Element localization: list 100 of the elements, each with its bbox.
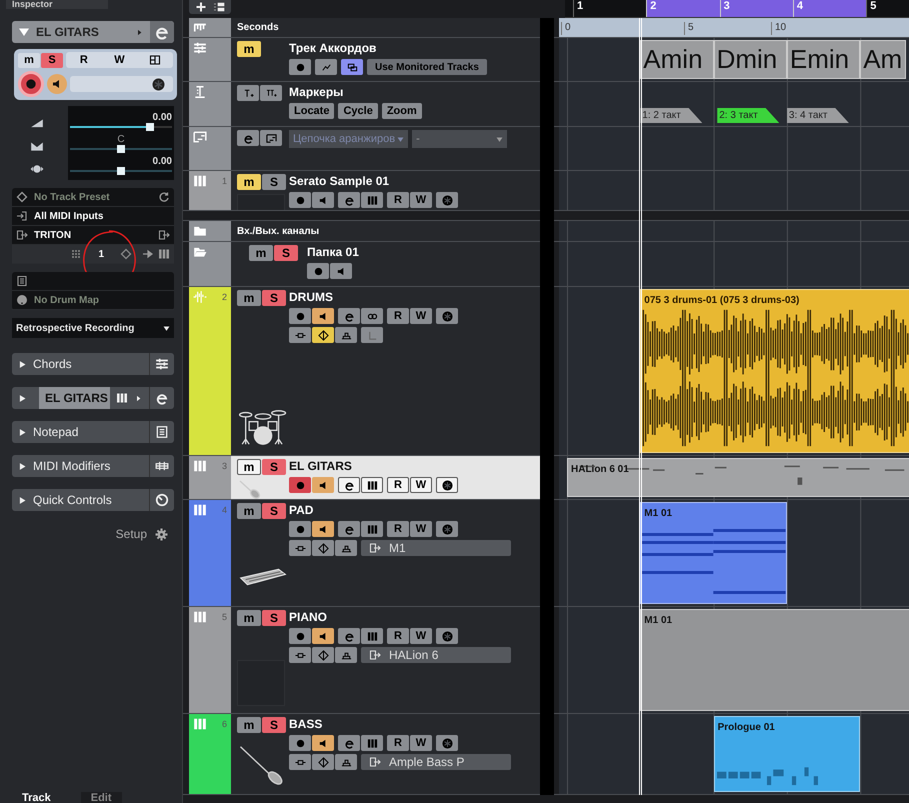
diamond-button[interactable] bbox=[312, 647, 334, 663]
instrument-event[interactable]: M1 01 bbox=[640, 609, 909, 711]
monitor-button[interactable] bbox=[312, 192, 334, 208]
solo-button[interactable]: S bbox=[262, 717, 286, 733]
write-button[interactable]: W bbox=[410, 521, 432, 537]
read-button[interactable]: R bbox=[387, 192, 409, 208]
solo-button[interactable]: S bbox=[262, 503, 286, 519]
mute-button[interactable]: m bbox=[237, 503, 261, 519]
marker-action-button[interactable]: Zoom bbox=[382, 103, 422, 119]
monitor-button[interactable] bbox=[312, 628, 334, 644]
monitored-tracks-button[interactable] bbox=[341, 59, 363, 75]
freeze-button[interactable] bbox=[436, 308, 458, 324]
inspector-section[interactable]: Chords bbox=[12, 353, 174, 375]
track-preset-field[interactable]: No Track Preset bbox=[12, 188, 174, 207]
monitor-button[interactable] bbox=[312, 735, 334, 751]
record-button[interactable] bbox=[18, 71, 44, 97]
solo-button[interactable]: S bbox=[262, 174, 286, 190]
mute-button[interactable]: m bbox=[237, 717, 261, 733]
track-color-strip[interactable]: 2 bbox=[189, 287, 231, 455]
track-header[interactable]: m S Папка 01 bbox=[231, 242, 540, 286]
record-button[interactable] bbox=[307, 263, 329, 279]
eq-button[interactable] bbox=[335, 754, 357, 770]
write-button[interactable]: W bbox=[410, 192, 432, 208]
record-button[interactable] bbox=[289, 59, 311, 75]
track-header[interactable]: Seconds bbox=[231, 18, 540, 37]
track-header[interactable]: m S BASS R W Ample Bass P bbox=[231, 714, 540, 794]
track-header[interactable]: m Трек Аккордов Use Monitored Tracks bbox=[231, 38, 540, 81]
solo-button[interactable]: S bbox=[41, 52, 63, 68]
instrument-button[interactable] bbox=[361, 192, 383, 208]
monitored-tracks-field[interactable]: Use Monitored Tracks bbox=[367, 59, 487, 75]
solo-button[interactable]: S bbox=[262, 290, 286, 306]
write-button[interactable]: W bbox=[410, 477, 432, 493]
record-button[interactable] bbox=[289, 192, 311, 208]
solo-button[interactable]: S bbox=[262, 459, 286, 475]
write-button[interactable]: W bbox=[410, 628, 432, 644]
inspector-section[interactable]: EL GITARS bbox=[12, 387, 174, 409]
link-button[interactable] bbox=[361, 308, 383, 324]
write-button[interactable]: W bbox=[410, 308, 432, 324]
chord-event[interactable]: Amin bbox=[640, 40, 714, 79]
freeze-button[interactable] bbox=[436, 192, 458, 208]
monitor-button[interactable] bbox=[312, 477, 334, 493]
write-button[interactable]: W bbox=[108, 52, 130, 68]
arranger-editor-button[interactable] bbox=[260, 130, 282, 146]
instrument-event[interactable]: M1 01 bbox=[640, 502, 787, 604]
instrument-event[interactable]: HALion 6 01 bbox=[567, 458, 909, 497]
track-color-strip[interactable]: 6 bbox=[189, 714, 231, 794]
read-button[interactable]: R bbox=[387, 628, 409, 644]
read-button[interactable]: R bbox=[387, 735, 409, 751]
edit-button[interactable] bbox=[338, 308, 360, 324]
instrument-button[interactable] bbox=[361, 521, 383, 537]
monitor-button[interactable] bbox=[312, 308, 334, 324]
recording-mode-dropdown[interactable]: Retrospective Recording bbox=[12, 318, 174, 338]
freeze-button[interactable] bbox=[436, 735, 458, 751]
read-button[interactable]: R bbox=[387, 477, 409, 493]
inspector-section[interactable]: MIDI Modifiers bbox=[12, 455, 174, 477]
eq-button[interactable] bbox=[335, 540, 357, 556]
solo-button[interactable]: S bbox=[262, 610, 286, 626]
mute-button[interactable]: m bbox=[237, 174, 261, 190]
read-button[interactable]: R bbox=[387, 308, 409, 324]
instrument-button[interactable] bbox=[361, 628, 383, 644]
write-button[interactable]: W bbox=[410, 735, 432, 751]
insert-button[interactable] bbox=[289, 754, 311, 770]
insert-button[interactable] bbox=[289, 327, 311, 343]
inspector-tab[interactable]: Inspector bbox=[6, 0, 108, 9]
read-button[interactable]: R bbox=[387, 521, 409, 537]
freeze-button[interactable] bbox=[436, 628, 458, 644]
mute-button[interactable]: m bbox=[18, 52, 40, 68]
output-routing-field[interactable]: HALion 6 bbox=[361, 647, 511, 663]
track-header[interactable]: m S PAD R W M1 bbox=[231, 500, 540, 606]
track-header[interactable]: m S DRUMS R W bbox=[231, 287, 540, 455]
marker-action-button[interactable]: Locate bbox=[289, 103, 334, 119]
edit-button[interactable] bbox=[338, 521, 360, 537]
inspector-section[interactable]: Quick Controls bbox=[12, 489, 174, 511]
instrument-button[interactable] bbox=[361, 477, 383, 493]
diamond-button[interactable] bbox=[312, 327, 334, 343]
output-routing-field[interactable]: M1 bbox=[361, 540, 511, 556]
mute-button[interactable]: m bbox=[237, 610, 261, 626]
edit-button[interactable] bbox=[338, 477, 360, 493]
bottom-tab[interactable]: Edit bbox=[80, 792, 122, 803]
mute-button[interactable]: m bbox=[249, 245, 273, 261]
edit-instrument-button[interactable] bbox=[150, 21, 174, 43]
mute-button[interactable]: m bbox=[237, 41, 261, 57]
edit-button[interactable] bbox=[237, 130, 259, 146]
track-header[interactable]: m S PIANO R W HALion 6 bbox=[231, 607, 540, 713]
track-header[interactable]: m S Serato Sample 01 R W bbox=[231, 171, 540, 210]
output-routing-field[interactable]: Ample Bass P bbox=[361, 754, 511, 770]
record-button[interactable] bbox=[289, 521, 311, 537]
marker-flag[interactable]: 3: 4 такт bbox=[786, 108, 849, 123]
eq-button[interactable] bbox=[335, 647, 357, 663]
track-header-bar[interactable]: EL GITARS bbox=[12, 21, 174, 43]
inspector-section[interactable]: Notepad bbox=[12, 421, 174, 443]
eq-button[interactable] bbox=[335, 327, 357, 343]
freeze-button[interactable] bbox=[436, 521, 458, 537]
fader-handle[interactable] bbox=[146, 123, 154, 131]
diamond-button[interactable] bbox=[312, 540, 334, 556]
add-marker-button[interactable] bbox=[237, 85, 259, 101]
chord-assistant-button[interactable] bbox=[315, 59, 337, 75]
record-button[interactable] bbox=[289, 308, 311, 324]
record-button[interactable] bbox=[289, 477, 311, 493]
mute-button[interactable]: m bbox=[237, 290, 261, 306]
